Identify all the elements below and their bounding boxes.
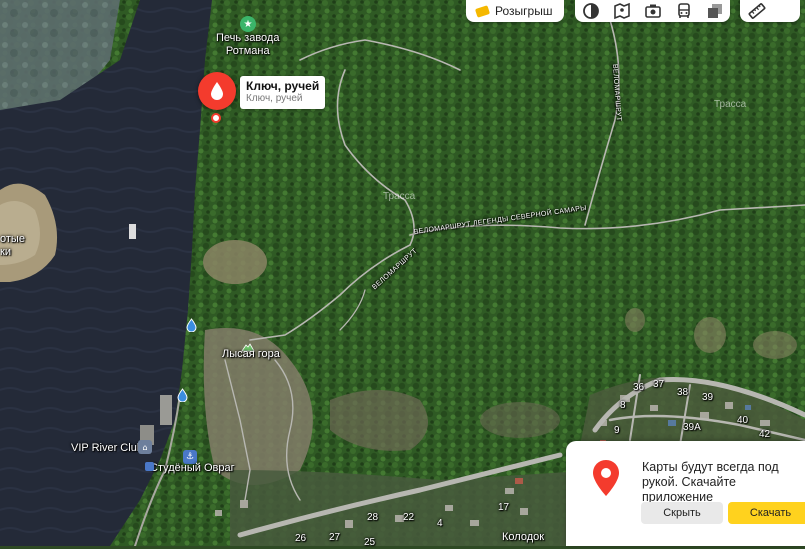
map-pin-logo-icon <box>592 459 620 502</box>
poi-label-factory-oven-line1: Печь завода <box>216 32 280 44</box>
app-download-message: Карты будут всегда под рукой. Скачайте п… <box>642 460 779 504</box>
house-number: 37 <box>653 379 665 390</box>
house-number: 40 <box>737 415 749 426</box>
ticket-icon <box>474 4 491 18</box>
poi-label-factory-oven-line2: Ротмана <box>225 44 270 57</box>
water-drop-icon <box>211 82 223 100</box>
layers-icon[interactable] <box>703 1 727 21</box>
promo-raffle-label: Розыгрыш <box>495 4 553 18</box>
ruler-icon <box>748 3 766 19</box>
ruler-tool-button[interactable] <box>740 0 800 22</box>
edge-label-fragment-2: ки <box>0 245 11 258</box>
house-number: 27 <box>329 532 341 543</box>
map-layers-toolbar <box>575 0 730 22</box>
selected-place-subtitle: Ключ, ручей <box>246 93 303 104</box>
house-number: 39 <box>702 392 714 403</box>
house-number: 26 <box>295 533 307 544</box>
faint-label-trail-a: Трасса <box>714 99 747 110</box>
house-number: 36 <box>633 382 645 393</box>
selected-place-point <box>211 113 221 123</box>
poi-label-factory-oven[interactable]: Печь завода Ротмана <box>216 32 279 57</box>
house-number: 8 <box>620 400 626 411</box>
selected-place-callout[interactable]: Ключ, ручей Ключ, ручей <box>240 76 326 109</box>
camera-icon[interactable] <box>641 1 665 21</box>
house-number: 22 <box>403 512 415 523</box>
edge-label-fragment: отые ки <box>0 233 25 258</box>
house-number: 4 <box>437 518 443 529</box>
app-download-banner: Карты будут всегда под рукой. Скачайте п… <box>566 441 805 546</box>
spring-icon[interactable] <box>186 318 197 337</box>
house-number: 25 <box>364 537 376 548</box>
house-number: 28 <box>367 512 379 523</box>
hotel-icon[interactable]: ⌂ <box>138 440 152 454</box>
traffic-icon[interactable] <box>579 1 603 21</box>
faint-label-trail-b: Трасса <box>383 191 416 202</box>
selected-place-title: Ключ, ручей <box>246 79 320 93</box>
poi-label-studeny-ovrag[interactable]: Студёный Овраг <box>150 462 235 475</box>
house-number: 9 <box>614 425 620 436</box>
sight-star-icon[interactable]: ★ <box>240 16 256 32</box>
selected-place-marker[interactable] <box>198 72 236 110</box>
hide-button[interactable]: Скрыть <box>641 502 723 524</box>
poi-label-kolodok[interactable]: Колодок <box>502 531 544 544</box>
poi-label-lysaya-gora[interactable]: Лысая гора <box>222 348 280 361</box>
promo-raffle-button[interactable]: Розыгрыш <box>466 0 564 22</box>
spring-icon[interactable] <box>177 388 188 407</box>
house-number: 17 <box>498 502 510 513</box>
boat-pier-icon[interactable] <box>145 462 154 471</box>
panorama-icon[interactable] <box>610 1 634 21</box>
house-number: 39А <box>683 422 701 433</box>
house-number: 42 <box>759 429 771 440</box>
download-button[interactable]: Скачать <box>728 502 805 524</box>
house-number: 38 <box>677 387 689 398</box>
edge-label-fragment-1: отые <box>0 233 25 245</box>
transit-icon[interactable] <box>672 1 696 21</box>
poi-label-vip-river-club[interactable]: VIP River Club <box>71 442 143 455</box>
